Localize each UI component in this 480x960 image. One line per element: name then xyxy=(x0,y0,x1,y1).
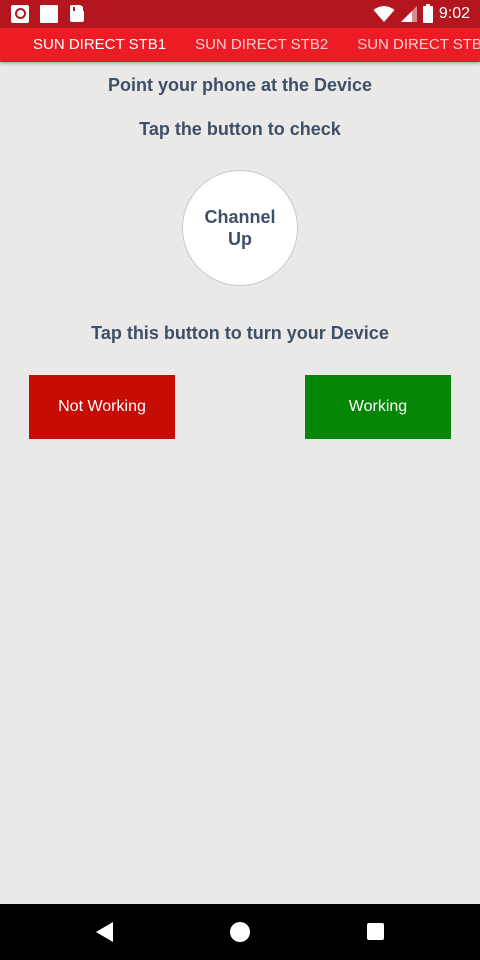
not-working-button[interactable]: Not Working xyxy=(29,375,175,439)
channel-up-label: Channel Up xyxy=(204,207,276,249)
tab-bar: SUN DIRECT STB1 SUN DIRECT STB2 SUN DIRE… xyxy=(0,28,480,62)
back-icon[interactable] xyxy=(96,922,113,942)
status-right: 9:02 xyxy=(373,0,470,28)
working-button[interactable]: Working xyxy=(305,375,451,439)
navigation-bar xyxy=(0,904,480,960)
not-working-label: Not Working xyxy=(58,398,146,415)
home-icon[interactable] xyxy=(230,922,250,942)
instruction-tap: Tap the button to check xyxy=(139,119,341,139)
working-label: Working xyxy=(348,398,408,415)
wifi-icon xyxy=(373,5,395,22)
channel-up-button[interactable]: Channel Up xyxy=(182,170,298,286)
recents-icon[interactable] xyxy=(367,923,384,940)
sd-card-icon xyxy=(70,5,85,22)
instruction-point: Point your phone at the Device xyxy=(107,75,373,95)
instruction-turn: Tap this button to turn your Device xyxy=(91,323,389,343)
square-notification-icon xyxy=(40,5,58,23)
app-notification-icon xyxy=(11,5,29,23)
clock: 9:02 xyxy=(438,5,470,22)
status-bar: 9:02 xyxy=(0,0,480,28)
signal-icon xyxy=(400,6,417,22)
tab-sun-direct-stb1[interactable]: SUN DIRECT STB1 xyxy=(33,28,166,62)
battery-icon xyxy=(422,3,433,23)
tab-sun-direct-stb3[interactable]: SUN DIRECT STB3 xyxy=(357,28,480,62)
tab-sun-direct-stb2[interactable]: SUN DIRECT STB2 xyxy=(195,28,328,62)
